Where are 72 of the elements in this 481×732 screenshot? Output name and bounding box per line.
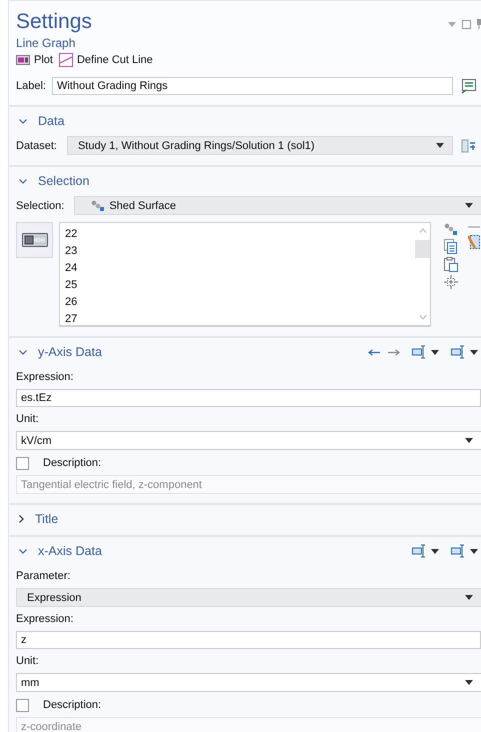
description-field: Tangential electric field, z-component [16, 475, 481, 494]
list-item[interactable]: 26 [65, 294, 410, 311]
dataset-update-icon[interactable] [461, 138, 477, 154]
checkbox[interactable] [16, 456, 29, 470]
toolbar-button[interactable]: Plot [16, 53, 53, 67]
checkbox-label: Description: [43, 699, 102, 711]
panel-title: Settings [16, 9, 92, 35]
caret-icon [470, 548, 478, 554]
description-field: z-coordinate [16, 717, 481, 732]
clear-selection-icon[interactable] [468, 235, 480, 250]
field-label: Expression: [16, 370, 74, 385]
list-item[interactable]: 22 [65, 226, 410, 243]
caret-icon [465, 595, 473, 600]
selection-dropdown[interactable]: Shed Surface [74, 196, 481, 215]
field-label: Selection: [16, 200, 64, 212]
caret-icon [465, 203, 473, 208]
caret-icon [465, 680, 473, 685]
checkbox-label: Description: [43, 457, 102, 469]
dropdown-icon[interactable] [448, 22, 456, 26]
section-header[interactable]: x-Axis Data [16, 544, 102, 558]
boundary-icon [91, 200, 106, 212]
field-label: Unit: [16, 412, 40, 427]
maximize-icon[interactable] [462, 20, 471, 28]
scrollbar-thumb[interactable] [415, 240, 430, 258]
text-cursor-icon [451, 345, 467, 359]
expression-field[interactable]: z [16, 631, 481, 649]
toggle-icon [22, 233, 48, 247]
list-item[interactable]: 25 [65, 277, 410, 294]
zoom-to-selection-icon[interactable] [444, 275, 458, 289]
caret-icon [436, 143, 444, 148]
caret-icon [470, 350, 478, 354]
list-item[interactable]: 27 [65, 311, 410, 328]
activate-selection-button[interactable] [16, 222, 53, 258]
pin-icon[interactable] [477, 19, 481, 29]
node-type-label: Line Graph [16, 36, 76, 50]
caret-icon [431, 350, 439, 354]
paste-icon[interactable] [444, 257, 458, 272]
section-header[interactable]: Selection [16, 174, 90, 188]
section-header[interactable]: y-Axis Data [16, 345, 102, 359]
unit-dropdown[interactable]: mm [16, 673, 481, 692]
checkbox[interactable] [16, 698, 29, 712]
cut-line-icon [58, 53, 73, 67]
insert-menu-button[interactable] [412, 345, 439, 359]
plot-icon [16, 54, 30, 66]
copy-icon[interactable] [444, 239, 458, 254]
arrow-left-icon[interactable] [368, 348, 381, 356]
field-label: Label: [16, 80, 46, 92]
boundary-icon[interactable] [444, 223, 458, 236]
comment-icon[interactable] [461, 78, 477, 94]
field-label: Dataset: [16, 140, 57, 152]
field-label: Expression: [16, 612, 74, 627]
field-label: Parameter: [16, 569, 72, 584]
parameter-dropdown[interactable]: Expression [16, 588, 481, 607]
text-cursor-icon [412, 544, 428, 558]
insert-menu-button[interactable] [451, 345, 478, 359]
field-label: Unit: [16, 654, 40, 669]
caret-icon [465, 438, 473, 443]
unit-dropdown[interactable]: kV/cm [16, 431, 481, 450]
list-item[interactable]: 24 [65, 260, 410, 277]
label-field[interactable]: Without Grading Rings [52, 77, 453, 95]
toolbar-button[interactable]: Define Cut Line [58, 53, 153, 67]
text-cursor-icon [451, 544, 467, 558]
section-header[interactable]: Title [16, 512, 58, 526]
expression-field[interactable]: es.tEz [16, 389, 481, 407]
insert-menu-button[interactable] [412, 544, 439, 558]
list-item[interactable]: 23 [65, 243, 410, 260]
dataset-dropdown[interactable]: Study 1, Without Grading Rings/Solution 1 (sol1) [66, 136, 453, 155]
caret-icon [431, 548, 439, 554]
section-header[interactable]: Data [16, 114, 64, 128]
insert-menu-button[interactable] [451, 544, 478, 558]
text-cursor-icon [412, 345, 428, 359]
arrow-right-icon[interactable] [387, 348, 400, 356]
